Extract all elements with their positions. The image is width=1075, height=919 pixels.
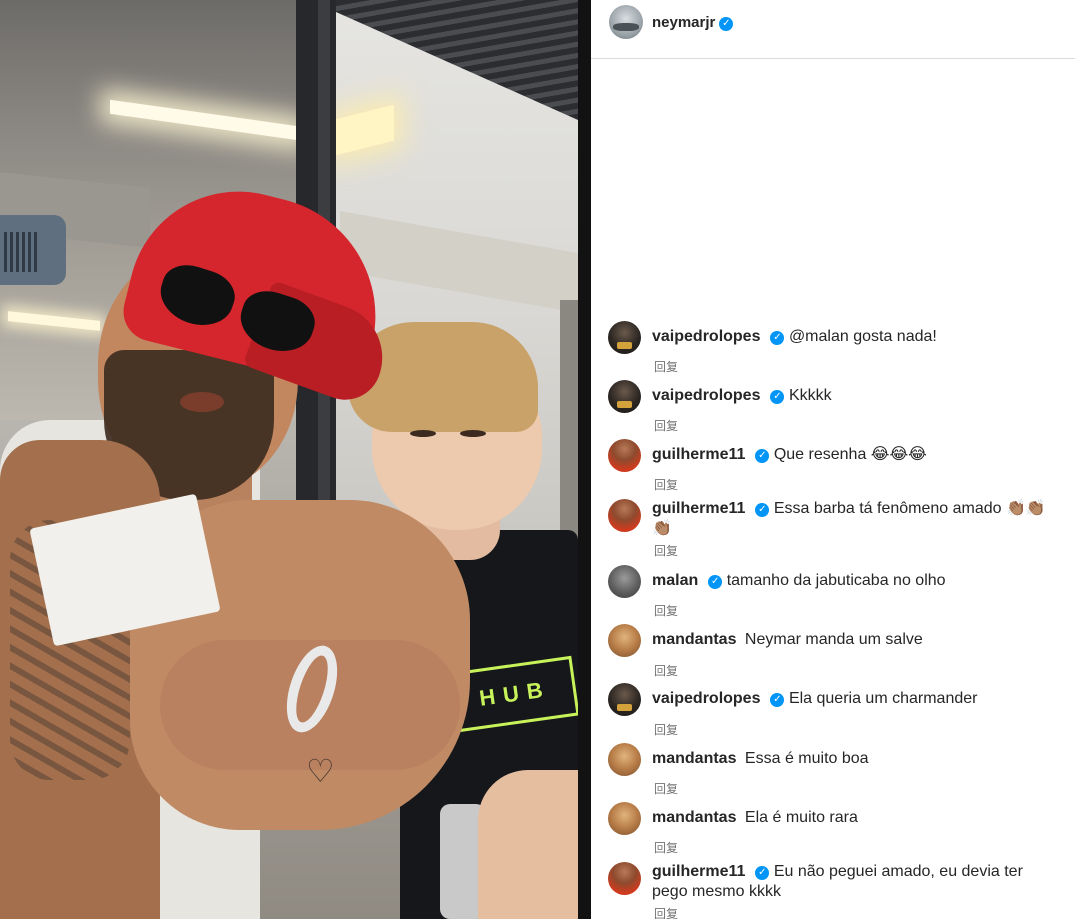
panel-divider: [578, 0, 591, 919]
comment-line: guilherme11 ✓ Essa barba tá fenômeno amad…: [652, 499, 1062, 539]
comment-line: vaipedrolopes ✓ @malan gosta nada!: [652, 327, 1062, 347]
comment-line: vaipedrolopes ✓ Kkkkk: [652, 386, 1062, 406]
commenter-avatar[interactable]: [608, 624, 641, 657]
commenter-avatar[interactable]: [608, 683, 641, 716]
comment-text: Essa é muito boa: [744, 750, 869, 767]
comment-line: mandantas Essa é muito boa: [652, 749, 1062, 769]
comment-text: @malan gosta nada!: [788, 328, 937, 345]
commenter-avatar[interactable]: [608, 743, 641, 776]
verified-badge-icon: ✓: [708, 575, 723, 589]
commenter-avatar[interactable]: [608, 439, 641, 472]
sunglasses: [153, 257, 321, 361]
comment-text: Ela é muito rara: [744, 809, 858, 826]
commenter-username[interactable]: malan: [652, 572, 698, 589]
commenter-avatar[interactable]: [608, 802, 641, 835]
comment-text: Que resenha 😂😂😂: [773, 446, 927, 463]
commenter-avatar[interactable]: [608, 321, 641, 354]
comment-text: Ela queria um charmander: [788, 690, 978, 707]
comment-line: vaipedrolopes ✓ Ela queria um charmander: [652, 689, 1062, 709]
boy-eye: [460, 430, 486, 437]
commenter-avatar[interactable]: [608, 862, 641, 895]
sunglasses-lens: [153, 257, 241, 335]
comment-line: mandantas Neymar manda um salve: [652, 630, 1062, 650]
reply-button[interactable]: 回复: [654, 721, 678, 738]
reply-button[interactable]: 回复: [654, 358, 678, 375]
commenter-avatar[interactable]: [608, 380, 641, 413]
comment-line: malan ✓ tamanho da jabuticaba no olho: [652, 571, 1062, 591]
reply-button[interactable]: 回复: [654, 662, 678, 679]
comments-panel: neymarjr ✓ vaipedrolopes ✓ @malan gosta na…: [591, 0, 1075, 919]
live-header: neymarjr ✓: [591, 0, 1075, 59]
reply-button[interactable]: 回复: [654, 905, 678, 919]
verified-badge-icon: ✓: [770, 390, 785, 404]
commenter-username[interactable]: mandantas: [652, 750, 736, 767]
commenter-avatar[interactable]: [608, 565, 641, 598]
verified-badge-icon: ✓: [770, 693, 785, 707]
live-video[interactable]: HUB ♡: [0, 0, 578, 919]
comment-line: guilherme11 ✓ Que resenha 😂😂😂: [652, 445, 1062, 465]
commenter-username[interactable]: guilherme11: [652, 446, 745, 463]
commenter-username[interactable]: vaipedrolopes: [652, 328, 760, 345]
host-username-text[interactable]: neymarjr: [652, 14, 715, 31]
air-conditioner-grill: [4, 232, 40, 272]
instagram-live-viewer: HUB ♡ neymarjr ✓ vaipedrolopes ✓ @malan …: [0, 0, 1075, 919]
verified-badge-icon: ✓: [755, 503, 770, 517]
commenter-username[interactable]: guilherme11: [652, 500, 745, 517]
commenter-avatar[interactable]: [608, 499, 641, 532]
reply-button[interactable]: 回复: [654, 839, 678, 856]
reply-button[interactable]: 回复: [654, 476, 678, 493]
reply-button[interactable]: 回复: [654, 417, 678, 434]
commenter-username[interactable]: mandantas: [652, 631, 736, 648]
commenter-username[interactable]: vaipedrolopes: [652, 690, 760, 707]
verified-badge-icon: ✓: [770, 331, 785, 345]
verified-badge-icon: ✓: [719, 17, 734, 31]
reply-button[interactable]: 回复: [654, 542, 678, 559]
commenter-username[interactable]: guilherme11: [652, 863, 745, 880]
man-mouth: [180, 392, 224, 412]
boy-arm: [478, 770, 578, 919]
comment-text: tamanho da jabuticaba no olho: [726, 572, 946, 589]
comment-text: Kkkkk: [788, 387, 832, 404]
commenter-username[interactable]: mandantas: [652, 809, 736, 826]
reply-button[interactable]: 回复: [654, 602, 678, 619]
host-username[interactable]: neymarjr ✓: [652, 14, 734, 31]
host-avatar[interactable]: [609, 5, 643, 39]
comment-text: Neymar manda um salve: [744, 631, 923, 648]
verified-badge-icon: ✓: [755, 449, 770, 463]
comment-line: mandantas Ela é muito rara: [652, 808, 1062, 828]
commenter-username[interactable]: vaipedrolopes: [652, 387, 760, 404]
comment-line: guilherme11 ✓ Eu não peguei amado, eu dev…: [652, 862, 1062, 902]
reply-button[interactable]: 回复: [654, 780, 678, 797]
verified-badge-icon: ✓: [755, 866, 770, 880]
heart-tattoo-icon: ♡: [306, 753, 335, 789]
boy-eye: [410, 430, 436, 437]
